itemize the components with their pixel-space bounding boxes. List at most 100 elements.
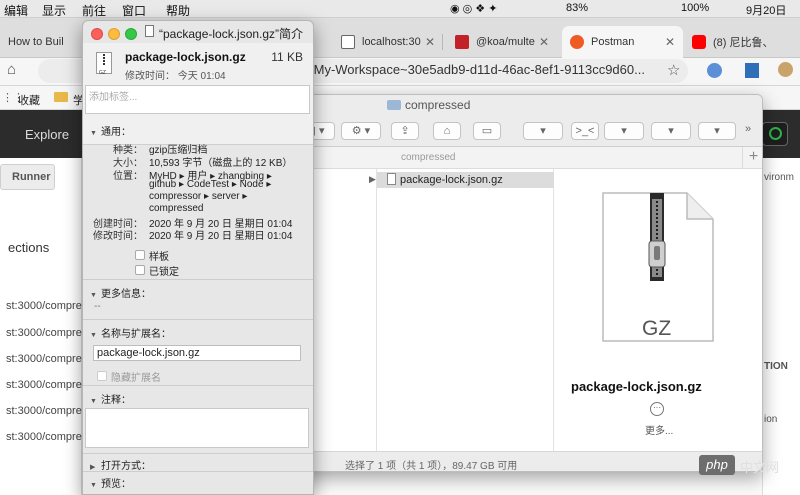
more-icon[interactable]: ··· <box>650 402 664 416</box>
tab-separator <box>442 34 443 50</box>
menu-bar: 编辑 显示 前往 窗口 帮助 ◉ ◎ ❖ ✦ 83% 100% 9月20日 <box>0 0 800 18</box>
toolbar-dropdown-button[interactable]: ▾ <box>651 122 691 140</box>
bookmark-favorites[interactable]: 收藏 <box>18 92 40 108</box>
tab-youtube[interactable]: (8) 尼比鲁、 <box>684 26 800 58</box>
tab-label: localhost:30 <box>362 36 421 48</box>
file-icon-text: GZ <box>99 70 106 76</box>
toolbar-dropdown-button[interactable]: ▾ <box>604 122 644 140</box>
request-item[interactable]: st:3000/compre <box>6 431 82 443</box>
request-item[interactable]: st:3000/compre <box>6 353 82 365</box>
tab-koa-multer[interactable]: @koa/multe ✕ <box>447 26 557 58</box>
request-item[interactable]: st:3000/compre <box>6 405 82 417</box>
chevron-more-icon[interactable]: » <box>745 123 751 135</box>
watermark-text: 中文网 <box>740 460 780 475</box>
request-item[interactable]: st:3000/compre <box>6 327 82 339</box>
gz-preview-label: GZ <box>642 317 672 340</box>
tag-button[interactable]: ⌂ <box>433 122 461 140</box>
request-item[interactable]: st:3000/compres <box>6 300 87 312</box>
share-button[interactable]: ⇪ <box>391 122 419 140</box>
stationery-checkbox[interactable] <box>135 250 145 260</box>
action-gear-button[interactable]: ⚙ ▾ <box>341 122 381 140</box>
tags-input[interactable]: 添加标签... <box>85 85 310 114</box>
extension-s-icon[interactable] <box>745 63 759 78</box>
cloud-sync-icon <box>769 127 782 140</box>
tab-label: How to Buil <box>8 36 64 48</box>
bookmark-star-icon[interactable]: ☆ <box>667 61 680 79</box>
locked-checkbox[interactable] <box>135 265 145 275</box>
menubar-date: 9月20日 <box>746 5 787 17</box>
section-divider <box>83 453 313 454</box>
url-text: /My-Workspace~30e5adb9-d11d-46ac-8ef1-91… <box>310 62 645 77</box>
sync-button[interactable] <box>762 122 788 146</box>
environment-label[interactable]: vironm <box>764 172 794 183</box>
finder-status-text: 选择了 1 项（共 1 项），89.47 GB 可用 <box>345 461 518 472</box>
tab-localhost[interactable]: localhost:30 ✕ <box>333 26 443 58</box>
menu-go[interactable]: 前往 <box>82 2 106 19</box>
disclosure-open-icon: ▼ <box>90 292 97 299</box>
stationery-label: 样板 <box>149 252 169 263</box>
section-comments[interactable]: ▼ 注释： <box>90 391 131 406</box>
new-folder-button[interactable]: ▭ <box>473 122 501 140</box>
close-window-button[interactable] <box>91 28 103 40</box>
section-general[interactable]: ▼ 通用： <box>90 123 131 138</box>
close-icon[interactable]: ✕ <box>539 35 549 49</box>
more-info-value: -- <box>94 301 101 312</box>
section-preview[interactable]: ▼ 预览： <box>90 475 131 490</box>
file-row-label: package-lock.json.gz <box>400 174 503 186</box>
disclosure-open-icon: ▼ <box>90 130 97 137</box>
tab-label: (8) 尼比鲁、 <box>713 37 774 49</box>
disclosure-open-icon: ▼ <box>90 482 97 489</box>
menu-help[interactable]: 帮助 <box>166 2 190 19</box>
postman-icon <box>570 35 584 49</box>
request-item[interactable]: st:3000/compre <box>6 379 82 391</box>
tab-postman[interactable]: Postman ✕ <box>562 26 683 58</box>
finder-column-header: compressed + <box>301 147 762 169</box>
section-name-extension[interactable]: ▼ 名称与扩展名： <box>90 325 171 340</box>
section-more-info[interactable]: ▼ 更多信息： <box>90 285 151 300</box>
menu-window[interactable]: 窗口 <box>122 2 146 19</box>
close-icon[interactable]: ✕ <box>425 35 435 49</box>
preview-file-name: package-lock.json.gz <box>571 379 702 394</box>
postman-right-panel <box>762 158 800 495</box>
toolbar-dropdown-button[interactable]: ▾ <box>698 122 736 140</box>
collections-heading: ections <box>8 240 50 255</box>
where-label: 位置： <box>113 171 143 182</box>
tab-how-to-build[interactable]: How to Buil <box>0 26 84 58</box>
extension-icon[interactable] <box>707 63 722 78</box>
path-label: compressed <box>401 152 456 163</box>
file-name-input[interactable]: package-lock.json.gz <box>93 345 301 361</box>
where-line: github ▸ CodeTest ▸ Node ▸ <box>149 179 272 190</box>
section-divider <box>83 471 313 472</box>
group-button[interactable]: ▾ <box>523 122 563 140</box>
finder-toolbar: compressed ▦ ▾ ⚙ ▾ ⇪ ⌂ ▭ ▾ >_< ▾ ▾ ▾ » <box>301 95 762 147</box>
script-button[interactable]: >_< <box>571 122 599 140</box>
section-divider <box>83 385 313 386</box>
home-icon[interactable]: ⌂ <box>7 61 16 78</box>
finder-status-bar: 选择了 1 项（共 1 项），89.47 GB 可用 <box>301 451 762 472</box>
menu-view[interactable]: 显示 <box>42 2 66 19</box>
youtube-icon <box>692 35 706 49</box>
more-button-label[interactable]: 更多... <box>645 422 673 437</box>
menu-edit[interactable]: 编辑 <box>4 2 28 19</box>
comments-textarea[interactable] <box>85 408 309 448</box>
npm-icon <box>455 35 469 49</box>
file-icon <box>387 173 396 185</box>
close-icon[interactable]: ✕ <box>665 35 675 49</box>
section-divider <box>83 279 313 280</box>
section-open-with[interactable]: ▶ 打开方式： <box>90 457 151 472</box>
hide-extension-label: 隐藏扩展名 <box>111 373 161 384</box>
disclosure-arrow-icon: ▶ <box>369 174 376 184</box>
add-tab-button[interactable]: + <box>742 147 762 169</box>
locked-label: 已锁定 <box>149 267 179 278</box>
folder-icon <box>54 92 68 102</box>
menubar-status-icons: ◉ ◎ ❖ ✦ <box>450 3 498 15</box>
hide-extension-checkbox[interactable] <box>97 371 107 381</box>
description-label: TION <box>764 361 788 372</box>
minimize-window-button[interactable] <box>108 28 120 40</box>
explore-link[interactable]: Explore <box>25 127 69 142</box>
avatar[interactable] <box>778 62 793 77</box>
battery-left: 83% <box>566 2 589 14</box>
modified-value: 2020 年 9 月 20 日 星期日 01:04 <box>149 231 293 242</box>
runner-button[interactable]: Runner <box>0 164 55 190</box>
zoom-window-button[interactable] <box>125 28 137 40</box>
